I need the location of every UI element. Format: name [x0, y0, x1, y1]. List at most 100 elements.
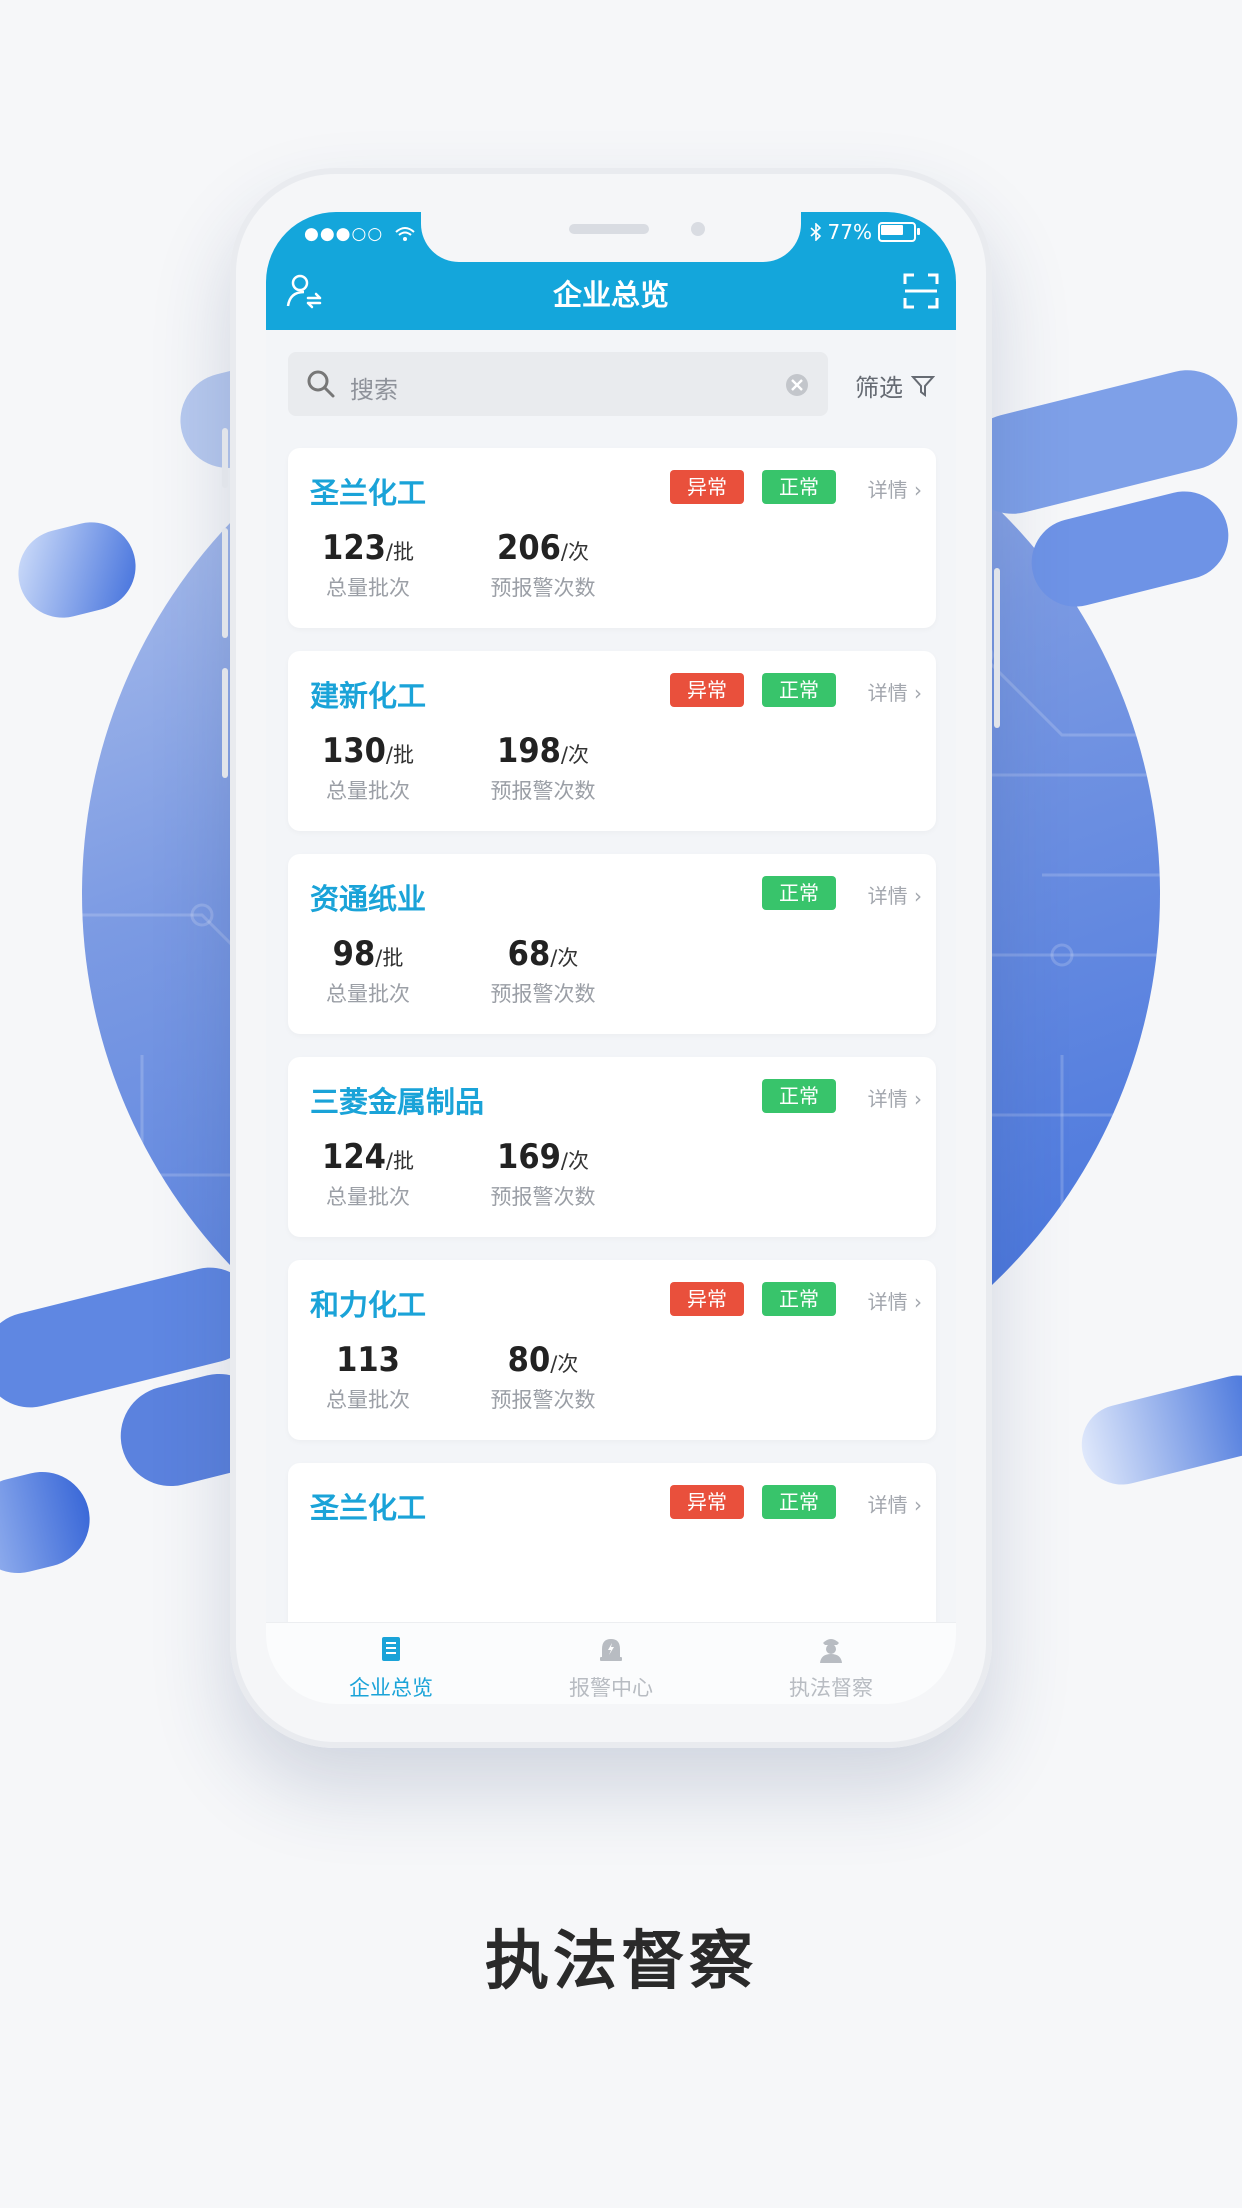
detail-label: 详情 — [867, 681, 908, 705]
officer-icon — [820, 1639, 842, 1663]
normal-badge: 正常 — [762, 1079, 836, 1113]
detail-link[interactable]: 详情 › — [868, 677, 922, 706]
alert-unit: /次 — [560, 1149, 589, 1173]
detail-link[interactable]: 详情 › — [868, 1083, 922, 1112]
company-card[interactable]: 建新化工 异常 正常 详情 › 130/批 总量批次 198/次 预报警次数 — [288, 651, 936, 831]
decor-pill — [0, 1461, 100, 1584]
tab-enterprise-overview[interactable]: 企业总览 — [291, 1635, 491, 1702]
filter-label: 筛选 — [855, 374, 903, 402]
volume-down-button — [222, 668, 228, 778]
batch-label: 总量批次 — [326, 982, 410, 1006]
alert-unit: /次 — [550, 1352, 579, 1376]
notch — [421, 212, 801, 262]
volume-up-button — [222, 528, 228, 638]
search-placeholder: 搜索 — [350, 376, 398, 404]
status-badges: 正常 — [762, 1079, 836, 1113]
company-card[interactable]: 圣兰化工 异常 正常 详情 › 123/批 总量批次 206/次 预报警次数 — [288, 448, 936, 628]
detail-link[interactable]: 详情 › — [868, 474, 922, 503]
abnormal-badge: 异常 — [670, 470, 744, 504]
batch-label: 总量批次 — [326, 576, 410, 600]
chevron-right-icon: › — [914, 1087, 922, 1111]
company-card[interactable]: 资通纸业 正常 详情 › 98/批 总量批次 68/次 预报警次数 — [288, 854, 936, 1034]
batch-label: 总量批次 — [326, 779, 410, 803]
alarm-bell-icon — [600, 1639, 622, 1661]
scan-icon[interactable] — [902, 272, 940, 310]
clear-icon[interactable] — [784, 372, 810, 398]
bottom-tab-bar: 企业总览 报警中心 执法督察 — [266, 1622, 956, 1704]
batch-stat: 130/批 总量批次 — [288, 731, 448, 805]
batch-label: 总量批次 — [326, 1185, 410, 1209]
batch-stat: 123/批 总量批次 — [288, 528, 448, 602]
normal-badge: 正常 — [762, 673, 836, 707]
detail-label: 详情 — [867, 884, 908, 908]
alert-count: 169 — [497, 1137, 561, 1177]
company-name: 建新化工 — [310, 679, 427, 713]
batch-unit: /批 — [385, 1149, 414, 1173]
detail-link[interactable]: 详情 › — [868, 1286, 922, 1315]
alert-stat: 80/次 预报警次数 — [463, 1340, 623, 1414]
chevron-right-icon: › — [914, 681, 922, 705]
detail-link[interactable]: 详情 › — [868, 880, 922, 909]
alert-label: 预报警次数 — [490, 576, 596, 600]
company-name: 圣兰化工 — [310, 476, 427, 510]
detail-label: 详情 — [867, 1290, 908, 1314]
normal-badge: 正常 — [762, 1485, 836, 1519]
company-card[interactable]: 圣兰化工 异常 正常 详情 › — [288, 1463, 936, 1643]
normal-badge: 正常 — [762, 876, 836, 910]
detail-label: 详情 — [867, 478, 908, 502]
alert-label: 预报警次数 — [490, 982, 596, 1006]
bluetooth-icon — [810, 223, 821, 241]
signal-indicator: ●●●○○ — [304, 224, 416, 244]
company-card[interactable]: 和力化工 异常 正常 详情 › 113 总量批次 80/次 预报警次数 — [288, 1260, 936, 1440]
chevron-right-icon: › — [914, 1493, 922, 1517]
search-input[interactable]: 搜索 — [288, 352, 828, 416]
abnormal-badge: 异常 — [670, 1485, 744, 1519]
status-badges: 异常 正常 — [670, 673, 836, 707]
status-badges: 异常 正常 — [670, 1282, 836, 1316]
status-badges: 正常 — [762, 876, 836, 910]
wifi-icon — [394, 227, 415, 241]
filter-button[interactable]: 筛选 — [855, 368, 935, 403]
alert-label: 预报警次数 — [490, 779, 596, 803]
alert-unit: /次 — [550, 946, 579, 970]
alert-label: 预报警次数 — [490, 1388, 596, 1412]
batch-unit: /批 — [385, 743, 414, 767]
tab-alarm-center[interactable]: 报警中心 — [511, 1635, 711, 1702]
batch-count: 124 — [322, 1137, 386, 1177]
company-name: 圣兰化工 — [310, 1491, 427, 1525]
batch-label: 总量批次 — [326, 1388, 410, 1412]
detail-label: 详情 — [867, 1493, 908, 1517]
chevron-right-icon: › — [914, 1290, 922, 1314]
company-card[interactable]: 三菱金属制品 正常 详情 › 124/批 总量批次 169/次 预报警次数 — [288, 1057, 936, 1237]
batch-stat: 98/批 总量批次 — [288, 934, 448, 1008]
battery-percent: 77% — [827, 220, 872, 244]
alert-stat: 198/次 预报警次数 — [463, 731, 623, 805]
batch-count: 130 — [322, 731, 386, 771]
normal-badge: 正常 — [762, 470, 836, 504]
promo-caption: 执法督察 — [485, 1925, 757, 1999]
power-button — [994, 568, 1000, 728]
batch-stat: 113 总量批次 — [288, 1340, 448, 1414]
alert-count: 68 — [507, 934, 551, 974]
alert-stat: 169/次 预报警次数 — [463, 1137, 623, 1211]
batch-count: 123 — [322, 528, 386, 568]
camera — [691, 222, 705, 236]
normal-badge: 正常 — [762, 1282, 836, 1316]
page-title: 企业总览 — [552, 278, 669, 312]
chevron-right-icon: › — [914, 884, 922, 908]
chevron-right-icon: › — [914, 478, 922, 502]
alert-unit: /次 — [560, 540, 589, 564]
company-name: 资通纸业 — [310, 882, 427, 916]
mute-switch — [222, 428, 228, 488]
status-badges: 异常 正常 — [670, 470, 836, 504]
batch-unit: /批 — [385, 540, 414, 564]
building-icon — [382, 1637, 400, 1661]
detail-link[interactable]: 详情 › — [868, 1489, 922, 1518]
alert-label: 预报警次数 — [490, 1185, 596, 1209]
alert-stat: 68/次 预报警次数 — [463, 934, 623, 1008]
battery-icon — [878, 222, 920, 242]
tab-law-enforcement[interactable]: 执法督察 — [731, 1635, 931, 1702]
abnormal-badge: 异常 — [670, 1282, 744, 1316]
speaker — [569, 224, 649, 234]
batch-stat: 124/批 总量批次 — [288, 1137, 448, 1211]
